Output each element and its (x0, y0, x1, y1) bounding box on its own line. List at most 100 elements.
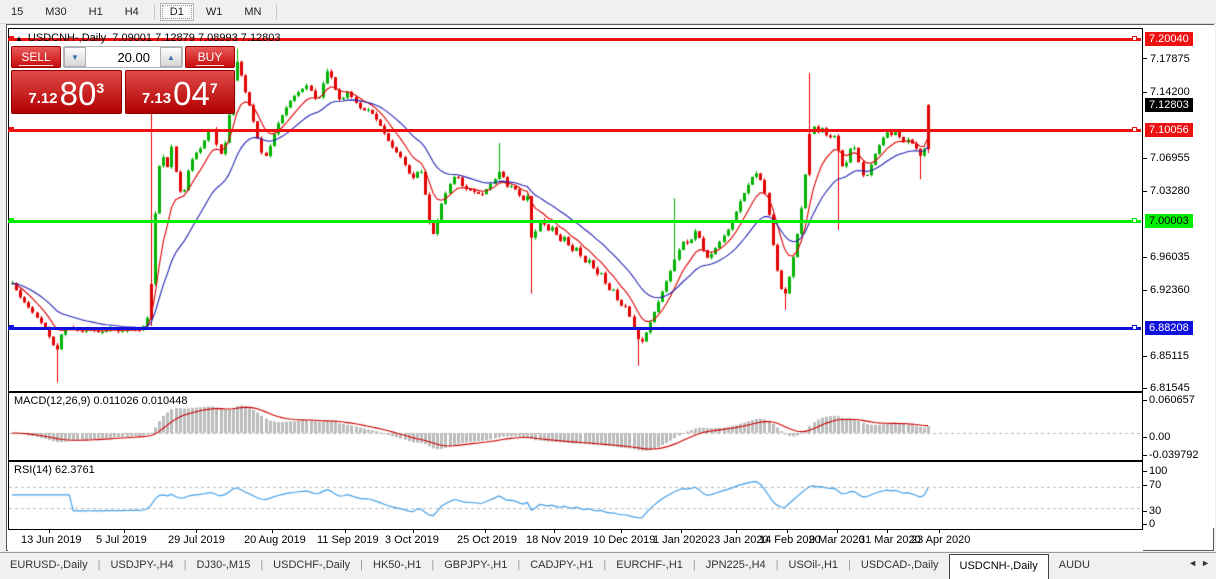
date-tick (939, 530, 940, 533)
date-axis[interactable]: 13 Jun 2019 5 Jul 2019 29 Jul 2019 20 Aug 2… (8, 530, 1143, 551)
symbol-tab-usdcnh-daily[interactable]: USDCNH-,Daily (948, 554, 1049, 579)
hline-6.88208[interactable] (8, 324, 1141, 330)
price-tag-7.00003: 7.00003 (1145, 214, 1193, 228)
buy-button[interactable]: BUY (185, 46, 235, 68)
symbol-tab-usdjpy-h4[interactable]: USDJPY-,H4 (100, 553, 183, 579)
symbol-tab-usoil-h1[interactable]: USOil-,H1 (779, 553, 849, 579)
price-tag-7.12803: 7.12803 (1145, 97, 1193, 112)
price-tick-7.14200: 7.14200 (1143, 86, 1190, 98)
tab-scroll-left-button[interactable]: ◄ (1188, 558, 1201, 568)
buy-price-sup: 7 (209, 80, 218, 96)
sell-price-small: 7.12 (28, 90, 58, 107)
chart-symbol-period: USDCNH-,Daily (27, 32, 107, 44)
buy-price-tile[interactable]: 7.13 04 7 (124, 70, 235, 114)
toolbar-separator (276, 3, 278, 20)
sell-price-tile[interactable]: 7.12 80 3 (11, 70, 122, 114)
macd-axis-0.060657: 0.060657 (1143, 394, 1216, 406)
date-label: 11 Sep 2019 (317, 534, 379, 546)
rsi-axis-30: 30 (1143, 505, 1216, 517)
symbol-tab-usdchf-daily[interactable]: USDCHF-,Daily (263, 553, 360, 579)
volume-stepper: ▼ ▲ (63, 46, 183, 68)
date-label: 3 Oct 2019 (385, 534, 439, 546)
date-tick (413, 530, 414, 533)
price-tick-6.85115: 6.85115 (1143, 350, 1189, 362)
symbol-tab-bar: EURUSD-,Daily | USDJPY-,H4 | DJ30-,M15 | USDCH… (0, 552, 1216, 579)
symbol-tab-gbpjpy-h1[interactable]: GBPJPY-,H1 (434, 553, 517, 579)
price-tag-6.88208: 6.88208 (1145, 320, 1193, 335)
date-label: 18 Nov 2019 (526, 534, 589, 546)
tab-scroll-right-button[interactable]: ► (1201, 558, 1214, 568)
date-label: 5 Jul 2019 (96, 534, 147, 546)
symbol-tab-cadjpy-h1[interactable]: CADJPY-,H1 (520, 553, 603, 579)
chart-title: ▲ USDCNH-,Daily 7.09001 7.12879 7.08993 7… (15, 32, 281, 44)
rsi-panel: RSI(14) 62.3761 (8, 461, 1143, 530)
collapse-triangle-icon[interactable]: ▲ (15, 34, 23, 43)
chart-window: ▲ USDCNH-,Daily 7.09001 7.12879 7.08993 7… (6, 24, 1216, 551)
sell-price-sup: 3 (96, 80, 105, 96)
date-tick (196, 530, 197, 533)
hline-right-handle[interactable] (1132, 324, 1137, 330)
hline-right-handle[interactable] (1132, 36, 1137, 42)
price-tick-7.06955: 7.06955 (1143, 152, 1190, 164)
hline-left-handle[interactable] (9, 36, 14, 42)
symbol-tab-dj30-m15[interactable]: DJ30-,M15 (187, 553, 261, 579)
hline-right-handle[interactable] (1132, 218, 1137, 223)
hline-7.00003[interactable] (8, 218, 1141, 223)
price-tick-7.17875: 7.17875 (1143, 53, 1190, 65)
hline-7.10056[interactable] (8, 126, 1141, 132)
timeframe-button-d1[interactable]: D1 (159, 2, 194, 21)
date-tick (49, 530, 50, 533)
timeframe-button-h4[interactable]: H4 (115, 3, 149, 21)
hline-left-handle[interactable] (9, 324, 14, 330)
date-tick (681, 530, 682, 533)
sell-button[interactable]: SELL (11, 46, 61, 68)
volume-increase-button[interactable]: ▲ (160, 47, 182, 67)
hline-left-handle[interactable] (9, 218, 14, 223)
date-label: 29 Jul 2019 (168, 534, 225, 546)
price-tick-6.96035: 6.96035 (1143, 251, 1190, 263)
date-tick (124, 530, 125, 533)
price-tag-7.20040: 7.20040 (1145, 32, 1193, 47)
symbol-tab-eurchf-h1[interactable]: EURCHF-,H1 (606, 553, 693, 579)
buy-price-big: 04 (173, 75, 210, 112)
symbol-tab-usdcad-daily[interactable]: USDCAD-,Daily (851, 553, 949, 579)
timeframe-button-w1[interactable]: W1 (196, 3, 233, 21)
date-label: 20 Aug 2019 (244, 534, 306, 546)
date-label: 13 Jun 2019 (21, 534, 82, 546)
buy-price-small: 7.13 (141, 90, 172, 107)
rsi-value: 62.3761 (54, 464, 95, 476)
rsi-label: RSI(14) 62.3761 (14, 464, 95, 476)
rsi-canvas[interactable] (9, 462, 1142, 529)
quote-high: 7.12879 (155, 32, 195, 44)
symbol-tab-audu[interactable]: AUDU (1049, 553, 1100, 579)
symbol-tab-jpn225-h4[interactable]: JPN225-,H4 (696, 553, 776, 579)
price-tag-7.10056: 7.10056 (1145, 122, 1193, 137)
timeframe-button-m30[interactable]: M30 (35, 3, 76, 21)
macd-label: MACD(12,26,9) 0.011026 0.010448 (14, 395, 188, 407)
volume-decrease-button[interactable]: ▼ (64, 47, 86, 67)
one-click-trading-panel: SELL ▼ ▲ BUY 7.12 80 3 7.13 04 7 (11, 46, 235, 114)
tab-scroll-arrows: ◄► (1188, 558, 1214, 568)
hline-right-handle[interactable] (1132, 126, 1137, 132)
date-tick (485, 530, 486, 533)
quote-close: 7.12803 (240, 32, 281, 44)
sell-price-big: 80 (59, 75, 97, 112)
date-label: 10 Dec 2019 (593, 534, 656, 546)
timeframe-button-h1[interactable]: H1 (79, 3, 113, 21)
volume-input[interactable] (86, 47, 160, 67)
price-tick-6.92360: 6.92360 (1143, 284, 1190, 296)
symbol-tab-hk50-h1[interactable]: HK50-,H1 (363, 553, 431, 579)
date-tick (787, 530, 788, 533)
timeframe-button-15[interactable]: 15 (1, 3, 33, 21)
timeframe-button-mn[interactable]: MN (234, 3, 271, 21)
date-tick (736, 530, 737, 533)
symbol-tab-eurusd-daily[interactable]: EURUSD-,Daily (0, 553, 98, 579)
quote-low: 7.08993 (197, 32, 238, 44)
date-tick (554, 530, 555, 533)
date-tick (887, 530, 888, 533)
date-tick (837, 530, 838, 533)
macd-axis-0.00: 0.00 (1143, 431, 1216, 443)
date-tick (621, 530, 622, 533)
hline-left-handle[interactable] (9, 126, 14, 132)
date-label: 1 Jan 2020 (653, 534, 708, 546)
